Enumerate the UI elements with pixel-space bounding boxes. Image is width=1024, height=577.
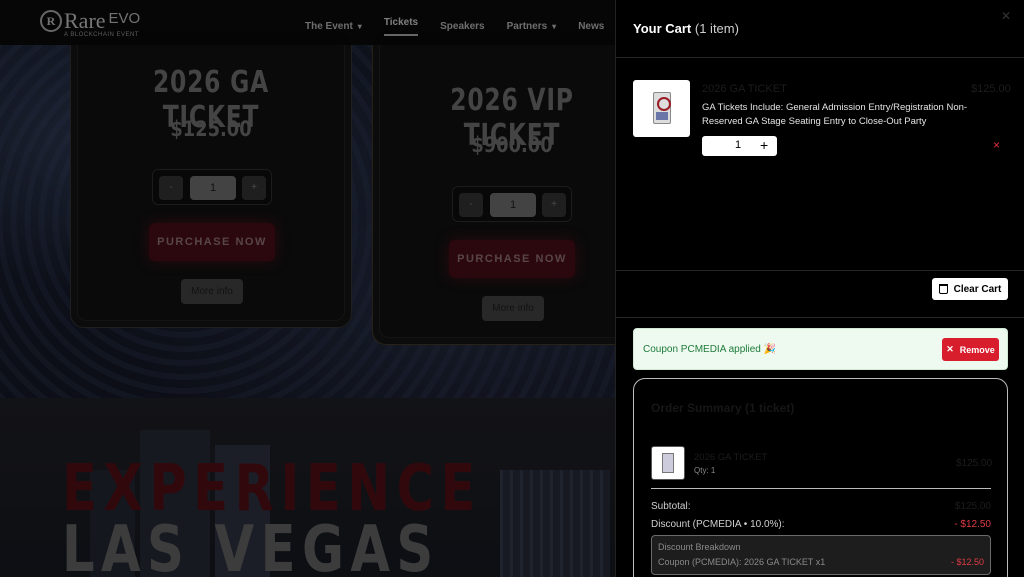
discount-breakdown-title: Discount Breakdown	[658, 542, 741, 552]
close-icon: ✕	[946, 344, 954, 354]
trash-icon	[938, 284, 948, 294]
subtotal-value: $125.00	[954, 501, 991, 512]
summary-item-qty: Qty: 1	[694, 466, 716, 475]
summary-thumbnail	[651, 446, 685, 480]
subtotal-row: Subtotal: $125.00	[651, 501, 991, 512]
cart-line-item: 2026 GA TICKET $125.00 GA Tickets Includ…	[616, 58, 1024, 271]
order-summary: Order Summary (1 ticket) 2026 GA TICKET …	[633, 378, 1008, 577]
cart-item-quantity-stepper: 1 +	[702, 136, 777, 156]
clear-cart-label: Clear Cart	[953, 283, 1002, 295]
discount-breakdown-amount: - $12.50	[950, 557, 984, 567]
cart-item-description: GA Tickets Include: General Admission En…	[702, 102, 968, 127]
cart-item-price: $125.00	[971, 83, 1011, 95]
quantity-value[interactable]: 1	[735, 139, 741, 151]
clear-cart-button[interactable]: Clear Cart	[932, 278, 1008, 300]
coupon-applied-banner: Coupon PCMEDIA applied 🎉 ✕ Remove	[633, 328, 1008, 370]
summary-item-name: 2026 GA TICKET	[694, 452, 768, 463]
drawer-backdrop[interactable]	[0, 0, 615, 577]
discount-value: - $12.50	[954, 519, 991, 530]
cart-item-count: (1 item)	[694, 21, 739, 36]
divider	[651, 488, 991, 489]
clear-cart-bar: Clear Cart	[616, 271, 1024, 318]
ticket-image-icon	[653, 92, 671, 124]
remove-coupon-button[interactable]: ✕ Remove	[942, 338, 999, 361]
summary-item-price: $125.00	[956, 458, 993, 469]
cart-drawer: Your Cart (1 item) ✕ 2026 GA TICKET $125…	[615, 0, 1024, 577]
discount-row: Discount (PCMEDIA • 10.0%): - $12.50	[651, 519, 991, 530]
cart-item-name: 2026 GA TICKET	[702, 83, 787, 95]
remove-coupon-label: Remove	[959, 344, 995, 355]
order-summary-title: Order Summary (1 ticket)	[651, 401, 795, 415]
discount-label: Discount (PCMEDIA • 10.0%):	[651, 519, 785, 530]
discount-breakdown: Discount Breakdown Coupon (PCMEDIA): 202…	[651, 535, 991, 575]
cart-header: Your Cart (1 item) ✕	[616, 0, 1024, 58]
cart-title: Your Cart (1 item)	[633, 21, 739, 36]
increment-button[interactable]: +	[760, 137, 768, 153]
cart-title-text: Your Cart	[633, 21, 692, 36]
subtotal-label: Subtotal:	[651, 501, 691, 512]
remove-item-button[interactable]: ×	[993, 138, 1000, 152]
ticket-image-icon	[662, 453, 674, 473]
discount-breakdown-line: Coupon (PCMEDIA): 2026 GA TICKET x1	[658, 557, 826, 567]
ticket-thumbnail	[633, 80, 690, 137]
close-icon[interactable]: ✕	[1001, 9, 1011, 23]
coupon-message: Coupon PCMEDIA applied 🎉	[643, 344, 777, 355]
